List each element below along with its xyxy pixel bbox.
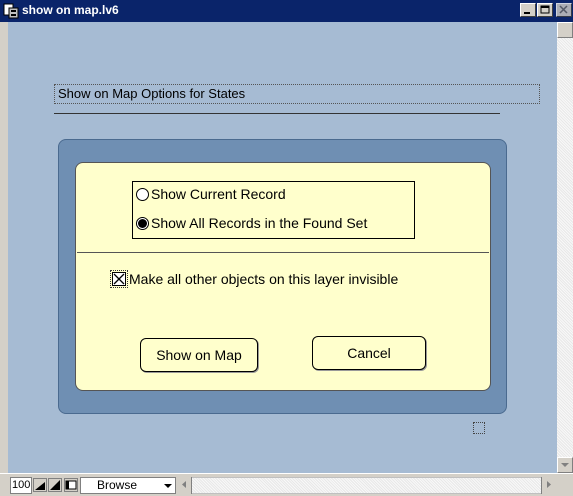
scroll-right-arrow[interactable]	[541, 477, 557, 494]
app-icon[interactable]	[3, 3, 19, 19]
scroll-down-arrow[interactable]	[557, 457, 573, 473]
header-underline	[54, 113, 500, 114]
radio-show-all-records[interactable]: Show All Records in the Found Set	[136, 213, 367, 233]
radio-show-current-record[interactable]: Show Current Record	[136, 184, 286, 204]
scroll-up-arrow[interactable]	[557, 22, 573, 38]
zoom-level[interactable]: 100	[10, 477, 32, 494]
zoom-in-icon[interactable]	[48, 478, 62, 492]
placeholder-object	[473, 422, 485, 434]
record-scope-radio-group: Show Current Record Show All Records in …	[132, 181, 415, 239]
status-bar: 100 Browse	[0, 473, 573, 496]
mode-select[interactable]: Browse	[80, 477, 176, 494]
filemaker-window: show on map.lv6 Show on Map Options for …	[0, 0, 573, 496]
status-area-toggle-icon[interactable]	[64, 478, 78, 492]
header-label: Show on Map Options for States	[54, 84, 540, 104]
cancel-button[interactable]: Cancel	[312, 336, 426, 370]
section-divider	[77, 252, 489, 253]
scroll-left-arrow[interactable]	[178, 477, 192, 494]
checkbox-label: Make all other objects on this layer inv…	[129, 271, 399, 287]
maximize-icon[interactable]	[537, 3, 553, 17]
chevron-down-icon[interactable]	[163, 481, 173, 491]
close-icon[interactable]	[556, 3, 572, 17]
mode-value: Browse	[97, 478, 138, 492]
make-invisible-checkbox[interactable]: Make all other objects on this layer inv…	[110, 270, 399, 288]
vertical-scrollbar[interactable]	[557, 22, 573, 473]
radio-unselected-icon[interactable]	[136, 187, 149, 201]
show-on-map-button[interactable]: Show on Map	[140, 338, 258, 372]
layout-margin	[0, 22, 8, 473]
radio-label: Show All Records in the Found Set	[151, 215, 368, 231]
radio-selected-icon[interactable]	[136, 216, 149, 230]
title-bar[interactable]: show on map.lv6	[0, 0, 573, 22]
checkbox-checked-icon[interactable]	[110, 270, 128, 288]
window-title: show on map.lv6	[22, 3, 119, 17]
zoom-out-icon[interactable]	[33, 478, 47, 492]
radio-label: Show Current Record	[151, 186, 286, 202]
minimize-icon[interactable]	[520, 3, 536, 17]
horizontal-scrollbar[interactable]	[178, 477, 557, 494]
